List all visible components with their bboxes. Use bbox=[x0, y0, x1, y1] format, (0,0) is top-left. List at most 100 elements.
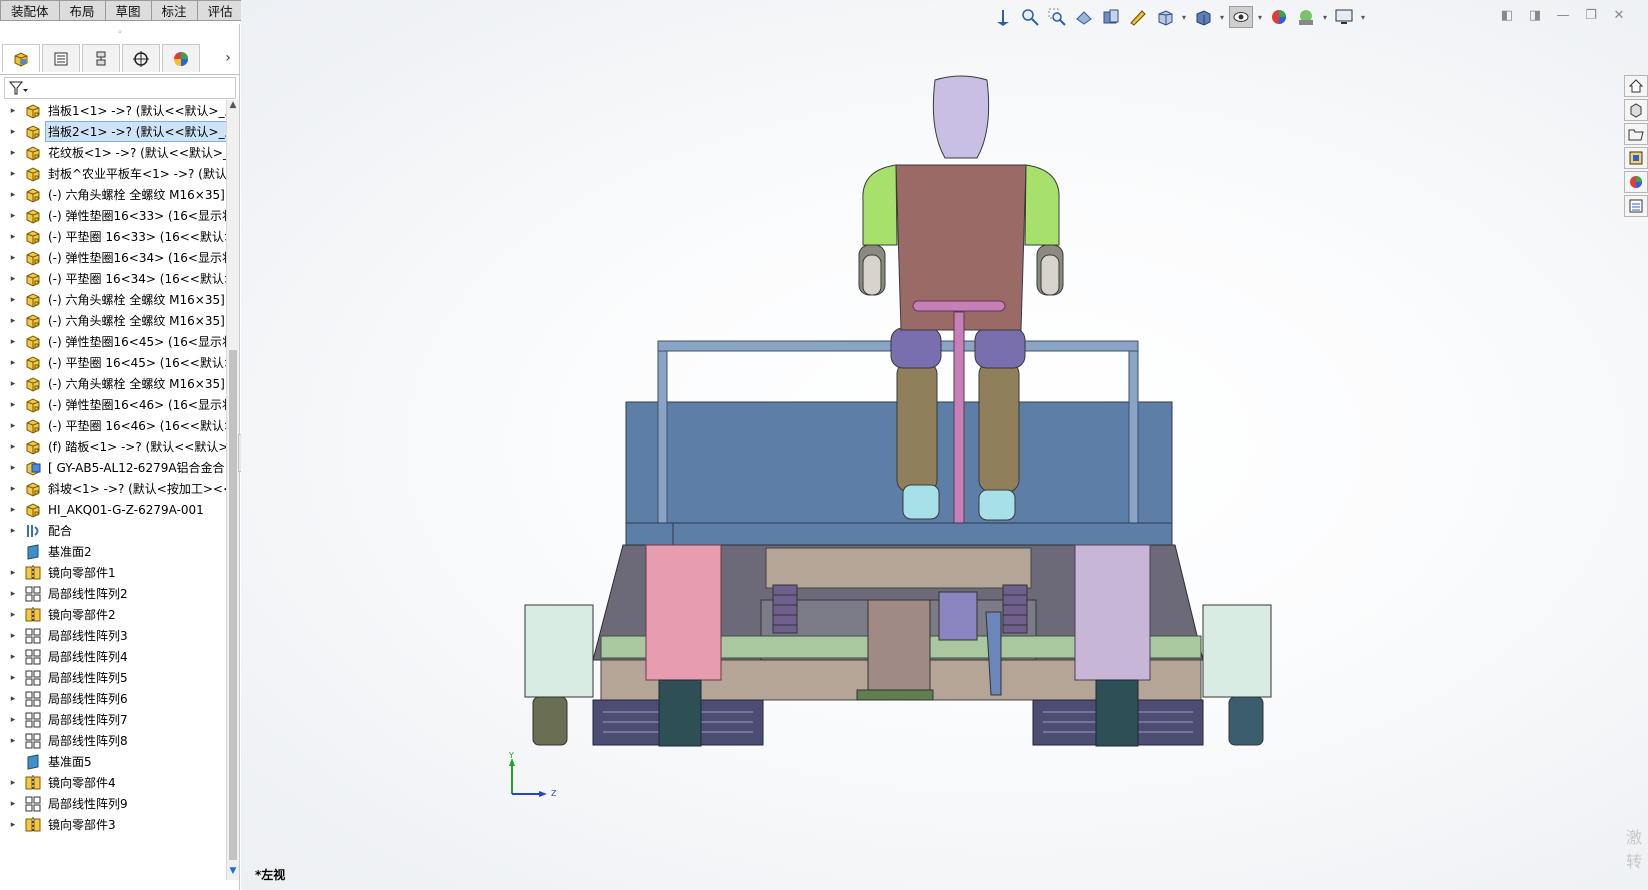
expand-arrow-icon[interactable]: ▸ bbox=[6, 295, 20, 305]
tree-item[interactable]: ▸ 挡板1<1> ->? (默认<<默认>_显 bbox=[0, 100, 226, 121]
tree-item[interactable]: 基准面2 bbox=[0, 541, 226, 562]
tree-item[interactable]: ▸ (f) 踏板<1> ->? (默认<<默认>_ bbox=[0, 436, 226, 457]
expand-arrow-icon[interactable]: ▸ bbox=[6, 442, 20, 452]
tree-item[interactable]: ▸ (-) 六角头螺栓 全螺纹 M16×35] bbox=[0, 373, 226, 394]
tree-item-label: (-) 六角头螺栓 全螺纹 M16×35] bbox=[48, 377, 225, 391]
tab-0[interactable]: 装配体 bbox=[0, 0, 60, 21]
expand-arrow-icon[interactable]: ▸ bbox=[6, 232, 20, 242]
expand-arrow-icon[interactable]: ▸ bbox=[6, 631, 20, 641]
tree-item[interactable]: ▸ HI_AKQ01-G-Z-6279A-001 bbox=[0, 499, 226, 520]
expand-arrow-icon[interactable]: ▸ bbox=[6, 106, 20, 116]
tree-item[interactable]: ▸ 局部线性阵列7 bbox=[0, 709, 226, 730]
expand-arrow-icon[interactable]: ▸ bbox=[6, 505, 20, 515]
expand-arrow-icon[interactable]: ▸ bbox=[6, 652, 20, 662]
dimxpert-tab[interactable] bbox=[122, 44, 160, 72]
expand-arrow-icon[interactable]: ▸ bbox=[6, 421, 20, 431]
tree-item[interactable]: ▸ 镜向零部件2 bbox=[0, 604, 226, 625]
scrollbar-thumb[interactable] bbox=[229, 350, 237, 860]
expand-arrow-icon[interactable]: ▸ bbox=[6, 379, 20, 389]
tree-item[interactable]: ▸ (-) 六角头螺栓 全螺纹 M16×35] bbox=[0, 310, 226, 331]
tree-item[interactable]: ▸ 斜坡<1> ->? (默认<按加工><< bbox=[0, 478, 226, 499]
tree-item[interactable]: ▸ 镜向零部件4 bbox=[0, 772, 226, 793]
tree-item[interactable]: ▸ (-) 弹性垫圈16<33> (16<显示状 bbox=[0, 205, 226, 226]
appearances-icon[interactable] bbox=[1624, 171, 1648, 193]
scroll-down-arrow-icon[interactable]: ▼ bbox=[227, 866, 239, 880]
custom-properties-icon[interactable] bbox=[1624, 195, 1648, 217]
display-manager-tab[interactable] bbox=[162, 44, 200, 72]
tree-item[interactable]: ▸ (-) 平垫圈 16<33> (16<<默认> bbox=[0, 226, 226, 247]
platform-deck bbox=[625, 522, 1173, 546]
tree-scrollbar[interactable]: ▲ ▼ bbox=[226, 100, 239, 880]
expand-arrow-icon[interactable]: ▸ bbox=[6, 673, 20, 683]
model-render bbox=[524, 75, 1272, 747]
expand-arrow-icon[interactable]: ▸ bbox=[6, 610, 20, 620]
tree-item[interactable]: ▸ (-) 六角头螺栓 全螺纹 M16×35] bbox=[0, 184, 226, 205]
tree-item[interactable]: ▸ 局部线性阵列8 bbox=[0, 730, 226, 751]
tree-item[interactable]: ▸ (-) 弹性垫圈16<46> (16<显示状 bbox=[0, 394, 226, 415]
feature-manager-tab[interactable] bbox=[2, 44, 40, 72]
tree-item[interactable]: ▸ (-) 平垫圈 16<34> (16<<默认> bbox=[0, 268, 226, 289]
tree-item[interactable]: ▸ (-) 弹性垫圈16<45> (16<显示状 bbox=[0, 331, 226, 352]
expand-arrow-icon[interactable]: ▸ bbox=[6, 694, 20, 704]
expand-arrow-icon[interactable]: ▸ bbox=[6, 253, 20, 263]
tree-item[interactable]: ▸ 镜向零部件1 bbox=[0, 562, 226, 583]
tab-4[interactable]: 评估 bbox=[197, 0, 244, 21]
tree-item[interactable]: ▸ (-) 六角头螺栓 全螺纹 M16×35] bbox=[0, 289, 226, 310]
triad-z-label: Z bbox=[551, 789, 557, 798]
file-explorer-icon[interactable] bbox=[1624, 123, 1648, 145]
tree-item[interactable]: ▸ 镜向零部件3 bbox=[0, 814, 226, 835]
expand-arrow-icon[interactable]: ▸ bbox=[6, 820, 20, 830]
expand-arrow-icon[interactable]: ▸ bbox=[6, 589, 20, 599]
3d-parts-icon[interactable] bbox=[1624, 99, 1648, 121]
home-icon[interactable] bbox=[1624, 75, 1648, 97]
tree-item[interactable]: 基准面5 bbox=[0, 751, 226, 772]
tree-item[interactable]: ▸ 局部线性阵列3 bbox=[0, 625, 226, 646]
expand-arrow-icon[interactable]: ▸ bbox=[6, 211, 20, 221]
expand-arrow-icon[interactable]: ▸ bbox=[6, 484, 20, 494]
tab-3[interactable]: 标注 bbox=[151, 0, 198, 21]
expand-arrow-icon[interactable]: ▸ bbox=[6, 778, 20, 788]
tab-1[interactable]: 布局 bbox=[59, 0, 106, 21]
expand-arrow-icon[interactable]: ▸ bbox=[6, 127, 20, 137]
expand-arrow-icon[interactable]: ▸ bbox=[6, 400, 20, 410]
tree-item-label: 镜向零部件4 bbox=[48, 776, 116, 790]
expand-arrow-icon[interactable]: ▸ bbox=[6, 316, 20, 326]
tree-item[interactable]: ▸ 局部线性阵列6 bbox=[0, 688, 226, 709]
panel-grip[interactable]: ◦ bbox=[0, 24, 240, 42]
tree-item[interactable]: ▸ 封板^农业平板车<1> ->? (默认 bbox=[0, 163, 226, 184]
graphics-area[interactable]: ▾ ▾ ▾ ▾ ▾ ◧ ◨ — ❐ ✕ Y Z 激 转 bbox=[241, 0, 1648, 890]
property-manager-tab[interactable] bbox=[42, 44, 80, 72]
expand-arrow-icon[interactable]: ▸ bbox=[6, 358, 20, 368]
expand-arrow-icon[interactable]: ▸ bbox=[6, 568, 20, 578]
expand-arrow-icon[interactable]: ▸ bbox=[6, 148, 20, 158]
tree-item[interactable]: ▸ (-) 平垫圈 16<45> (16<<默认> bbox=[0, 352, 226, 373]
expand-arrow-icon[interactable]: ▸ bbox=[6, 274, 20, 284]
expand-arrow-icon[interactable]: ▸ bbox=[6, 169, 20, 179]
expand-arrow-icon[interactable]: ▸ bbox=[6, 799, 20, 809]
tree-item[interactable]: ▸ (-) 弹性垫圈16<34> (16<显示状 bbox=[0, 247, 226, 268]
tree-item[interactable]: ▸ 局部线性阵列2 bbox=[0, 583, 226, 604]
tab-2[interactable]: 草图 bbox=[105, 0, 152, 21]
tree-item[interactable]: ▸ 局部线性阵列4 bbox=[0, 646, 226, 667]
expand-arrow-icon[interactable]: ▸ bbox=[6, 463, 20, 473]
expand-arrow-icon[interactable]: ▸ bbox=[6, 715, 20, 725]
chevron-right-icon[interactable]: › bbox=[216, 44, 240, 72]
expand-arrow-icon[interactable]: ▸ bbox=[6, 190, 20, 200]
tree-item[interactable]: ▸ [ GY-AB5-AL12-6279A铝合金合 bbox=[0, 457, 226, 478]
scroll-up-arrow-icon[interactable]: ▲ bbox=[227, 100, 239, 114]
expand-arrow-icon[interactable]: ▸ bbox=[6, 736, 20, 746]
configuration-manager-tab[interactable] bbox=[82, 44, 120, 72]
expand-arrow-icon[interactable]: ▸ bbox=[6, 526, 20, 536]
tree-item[interactable]: ▸ 配合 bbox=[0, 520, 226, 541]
view-palette-icon[interactable] bbox=[1624, 147, 1648, 169]
tree-item[interactable]: ▸ 局部线性阵列9 bbox=[0, 793, 226, 814]
tree-item[interactable]: ▸ 局部线性阵列5 bbox=[0, 667, 226, 688]
tree-item-label: 镜向零部件3 bbox=[48, 818, 116, 832]
expand-arrow-icon[interactable]: ▸ bbox=[6, 337, 20, 347]
tree-item[interactable]: ▸ 花纹板<1> ->? (默认<<默认>_ bbox=[0, 142, 226, 163]
tree-filter[interactable] bbox=[4, 77, 236, 99]
part-icon bbox=[24, 207, 42, 225]
tree-item[interactable]: ▸ (-) 平垫圈 16<46> (16<<默认> bbox=[0, 415, 226, 436]
feature-manager-icon bbox=[14, 51, 28, 67]
tree-item[interactable]: ▸ 挡板2<1> ->? (默认<<默认>_显 bbox=[0, 121, 226, 142]
